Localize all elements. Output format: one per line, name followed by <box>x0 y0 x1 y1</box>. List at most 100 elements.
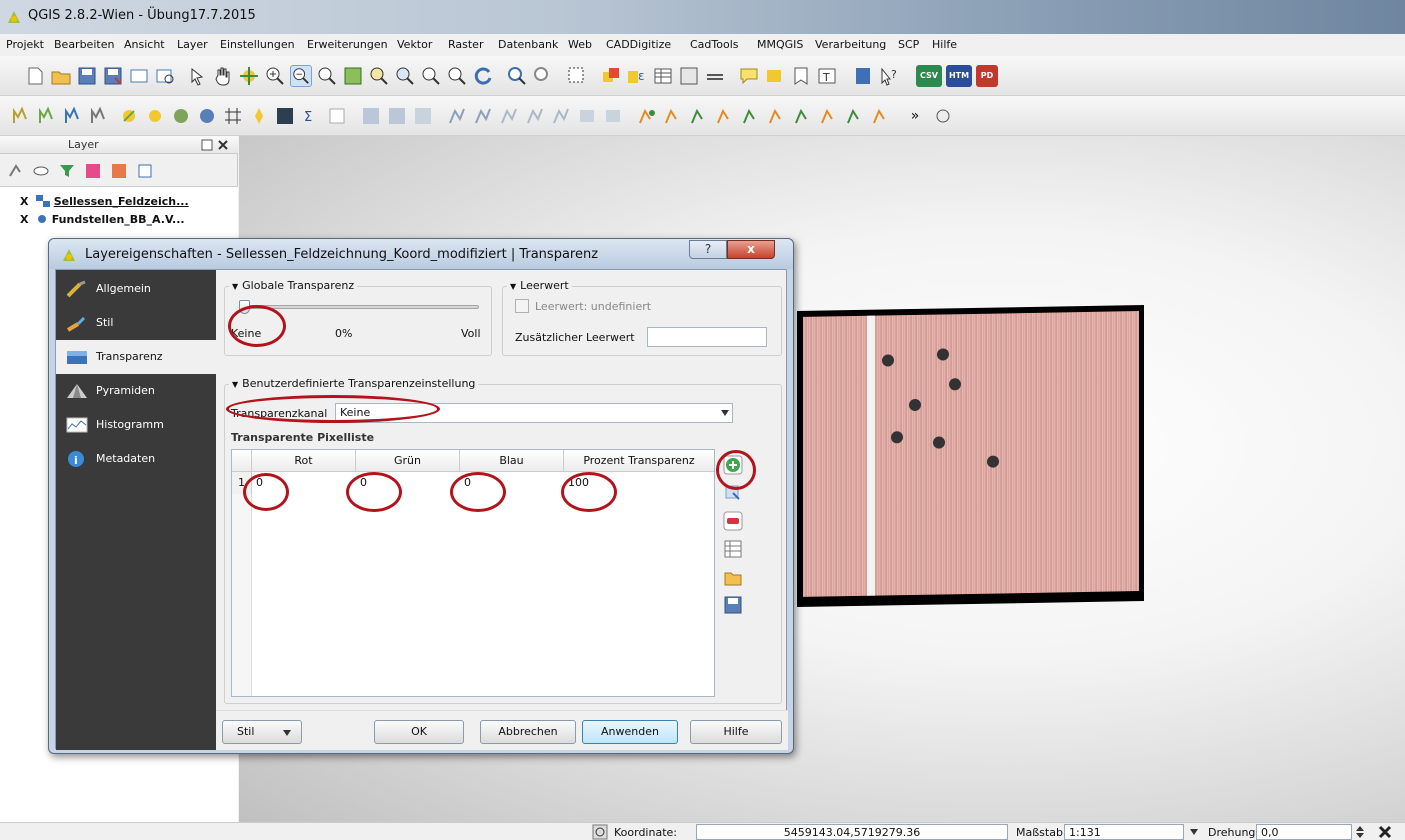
open-layer-styling-icon[interactable] <box>6 162 24 180</box>
new-bookmark-icon[interactable] <box>790 65 812 87</box>
run-feature-action-icon[interactable] <box>532 65 554 87</box>
save-as-icon[interactable] <box>102 65 124 87</box>
menu-verarbeitung[interactable]: Verarbeitung <box>815 38 886 51</box>
pan-map-icon[interactable] <box>212 65 234 87</box>
coordinate-field[interactable]: 5459143.04,5719279.36 <box>696 824 1008 840</box>
stop-render-icon[interactable] <box>1378 825 1392 839</box>
cut-features-icon[interactable] <box>524 105 546 127</box>
zoom-to-selection-icon[interactable] <box>368 65 390 87</box>
add-value-from-display-icon[interactable] <box>723 483 743 503</box>
save-project-icon[interactable] <box>76 65 98 87</box>
import-from-file-icon[interactable] <box>723 567 743 587</box>
zoom-full-icon[interactable] <box>342 65 364 87</box>
node-tool-icon[interactable] <box>472 105 494 127</box>
cad-tool-4-icon[interactable] <box>714 105 736 127</box>
menu-cadtools[interactable]: CadTools <box>690 38 739 51</box>
layer-visibility-checkbox[interactable]: X <box>20 195 32 208</box>
column-header-gruen[interactable]: Grün <box>356 450 460 472</box>
pdf-export-icon[interactable]: PD <box>976 65 998 87</box>
cell-green[interactable]: 0 <box>360 476 367 489</box>
menu-erweiterungen[interactable]: Erweiterungen <box>307 38 388 51</box>
cad-tool-7-icon[interactable] <box>792 105 814 127</box>
map-tips-icon[interactable] <box>764 65 786 87</box>
scale-combobox[interactable]: 1:131 <box>1064 824 1184 840</box>
sum-icon[interactable]: Σ <box>300 105 322 127</box>
select-features-icon[interactable] <box>566 65 588 87</box>
add-wcs-layer-icon[interactable] <box>196 105 218 127</box>
add-wms-layer-icon[interactable] <box>170 105 192 127</box>
menu-web[interactable]: Web <box>568 38 592 51</box>
apply-button[interactable]: Anwenden <box>582 720 678 744</box>
zoom-out-icon[interactable] <box>290 65 312 87</box>
raster-calculator-icon[interactable] <box>274 105 296 127</box>
toggle-editing-icon[interactable] <box>360 105 382 127</box>
new-spatialite-icon[interactable] <box>144 105 166 127</box>
pan-to-selection-icon[interactable] <box>238 65 260 87</box>
whats-this-icon[interactable]: ? <box>878 65 900 87</box>
menu-datenbank[interactable]: Datenbank <box>498 38 558 51</box>
point-marker-icon[interactable] <box>248 105 270 127</box>
menu-layer[interactable]: Layer <box>177 38 208 51</box>
cad-tool-10-icon[interactable] <box>870 105 892 127</box>
help-book-icon[interactable] <box>852 65 874 87</box>
composer-manager-icon[interactable] <box>154 65 176 87</box>
delete-selected-icon[interactable] <box>498 105 520 127</box>
zoom-last-icon[interactable] <box>420 65 442 87</box>
annotation-icon[interactable] <box>738 65 760 87</box>
extra-nodata-input[interactable] <box>647 327 767 347</box>
transparency-slider-handle[interactable] <box>239 300 250 314</box>
export-to-file-icon[interactable] <box>723 595 743 615</box>
menu-hilfe[interactable]: Hilfe <box>932 38 957 51</box>
close-panel-icon[interactable] <box>216 138 230 152</box>
row-index[interactable]: 1 <box>232 472 252 494</box>
channel-select[interactable]: Keine <box>335 403 733 423</box>
layer-visibility-checkbox[interactable]: X <box>20 213 32 226</box>
cancel-button[interactable]: Abbrechen <box>480 720 576 744</box>
custom-transparency-title[interactable]: ▼ Benutzerdefinierte Transparenzeinstellu… <box>229 377 479 390</box>
dialog-close-button[interactable]: x <box>727 240 775 259</box>
menu-raster[interactable]: Raster <box>448 38 483 51</box>
measure-icon[interactable]: ε <box>626 65 648 87</box>
menu-caddigitize[interactable]: CADDigitize <box>606 38 671 51</box>
filter-legend-icon[interactable] <box>58 162 76 180</box>
cell-red[interactable]: 0 <box>256 476 263 489</box>
chevron-down-icon[interactable] <box>1188 827 1200 837</box>
show-all-layers-icon[interactable] <box>32 162 50 180</box>
column-header-blau[interactable]: Blau <box>460 450 564 472</box>
style-menu-button[interactable]: Stil <box>222 720 302 744</box>
add-value-manually-icon[interactable] <box>723 455 743 475</box>
column-header-prozent[interactable]: Prozent Transparenz <box>564 450 714 472</box>
new-print-composer-icon[interactable] <box>128 65 150 87</box>
ok-button[interactable]: OK <box>374 720 464 744</box>
cad-tool-1-icon[interactable] <box>636 105 658 127</box>
menu-mmqgis[interactable]: MMQGIS <box>757 38 803 51</box>
help-button[interactable]: Hilfe <box>690 720 782 744</box>
collapse-all-icon[interactable] <box>110 162 128 180</box>
layer-row-fundstellen[interactable]: X Fundstellen_BB_A.V... <box>20 213 185 229</box>
undock-icon[interactable] <box>200 138 214 152</box>
nav-item-metadaten[interactable]: i Metadaten <box>56 442 216 476</box>
menu-projekt[interactable]: Projekt <box>6 38 44 51</box>
cell-percent[interactable]: 100 <box>568 476 589 489</box>
cad-tool-9-icon[interactable] <box>844 105 866 127</box>
menu-scp[interactable]: SCP <box>898 38 919 51</box>
remove-layer-icon[interactable] <box>136 162 154 180</box>
default-values-icon[interactable] <box>723 539 743 559</box>
column-header-rot[interactable]: Rot <box>252 450 356 472</box>
zoom-next-icon[interactable] <box>446 65 468 87</box>
nav-item-pyramiden[interactable]: Pyramiden <box>56 374 216 408</box>
undo-edit-icon[interactable] <box>602 105 624 127</box>
nodata-checkbox[interactable] <box>515 299 529 313</box>
menu-vektor[interactable]: Vektor <box>397 38 432 51</box>
zoom-in-icon[interactable] <box>264 65 286 87</box>
paste-features-icon[interactable] <box>576 105 598 127</box>
menu-ansicht[interactable]: Ansicht <box>124 38 165 51</box>
text-annotation-icon[interactable]: T <box>816 65 838 87</box>
toolbar-overflow-button[interactable]: » <box>904 105 926 127</box>
zoom-native-icon[interactable] <box>316 65 338 87</box>
cad-tool-6-icon[interactable] <box>766 105 788 127</box>
nav-item-allgemein[interactable]: Allgemein <box>56 272 216 306</box>
blank-layer-icon[interactable] <box>326 105 348 127</box>
layer-row-sellessen[interactable]: X Sellessen_Feldzeich... <box>20 195 189 211</box>
menu-bearbeiten[interactable]: Bearbeiten <box>54 38 114 51</box>
